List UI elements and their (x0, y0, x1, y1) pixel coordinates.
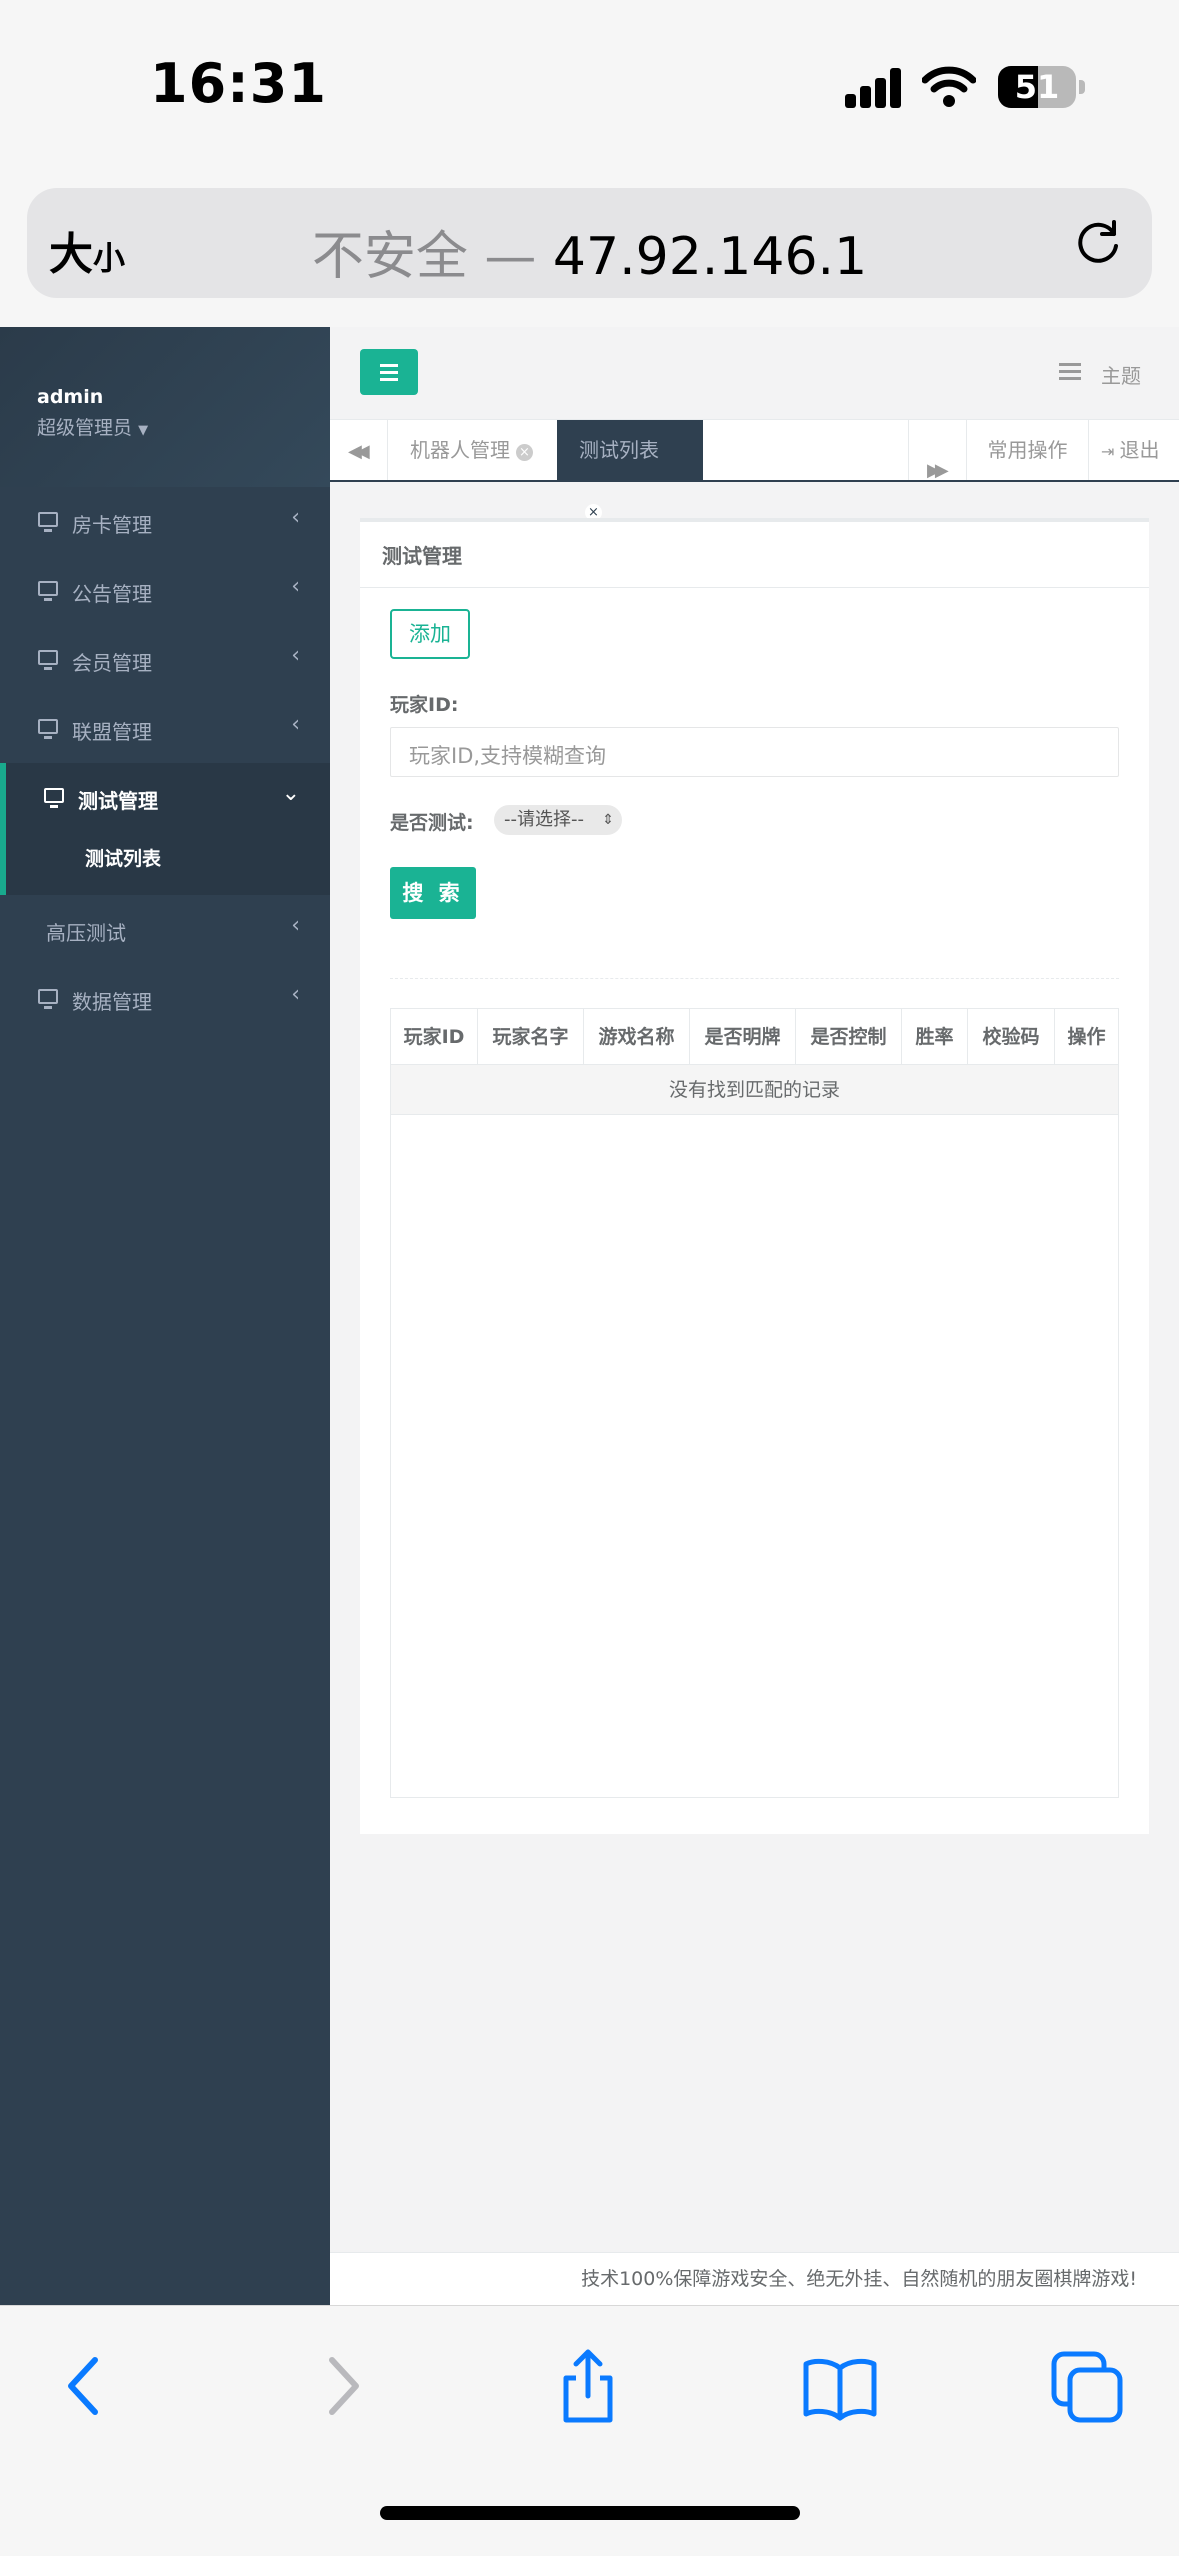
user-name: admin (37, 386, 104, 408)
monitor-icon (44, 788, 64, 808)
logout-icon: ⇥ (1101, 442, 1120, 461)
monitor-icon (38, 581, 58, 601)
sidebar-item-stress-test[interactable]: 高压测试 ‹ (0, 895, 330, 964)
tab-test-list[interactable]: 测试列表× (557, 420, 703, 521)
sidebar-menu: 房卡管理 ‹ 公告管理 ‹ 会员管理 ‹ 联盟管理 ‹ 测试管理 ⌄ 测试列表 … (0, 487, 330, 1033)
logout-button[interactable]: ⇥ 退出 (1088, 420, 1179, 480)
tabs-scroll-right-button[interactable]: ▶▶ (908, 420, 966, 481)
monitor-icon (38, 989, 58, 1009)
column-header[interactable]: 胜率 (902, 1009, 968, 1065)
clock: 16:31 (150, 52, 327, 115)
status-bar: 16:31 51 (0, 0, 1179, 180)
column-header[interactable]: 玩家ID (391, 1009, 478, 1065)
chevron-updown-icon: ⇕ (602, 812, 614, 828)
monitor-icon (38, 650, 58, 670)
tabs-scroll-left-button[interactable]: ◀◀ (330, 420, 388, 480)
footer: 技术100%保障游戏安全、绝无外挂、自然随机的朋友圈棋牌游戏! (330, 2252, 1179, 2305)
cellular-signal-icon (845, 68, 905, 108)
results-table: 玩家ID 玩家名字 游戏名称 是否明牌 是否控制 胜率 校验码 操作 没有找到匹… (390, 1008, 1119, 1798)
home-indicator (380, 2506, 800, 2520)
tab-robot-management[interactable]: 机器人管理 × (388, 420, 555, 480)
sidebar-item-test[interactable]: 测试管理 ⌄ 测试列表 (0, 763, 330, 895)
chevron-left-icon: ‹ (291, 643, 300, 668)
tabs-icon[interactable] (1048, 2346, 1128, 2426)
forward-button[interactable] (302, 2346, 382, 2426)
insecure-label: 不安全 (311, 227, 468, 287)
empty-state: 没有找到匹配的记录 (391, 1065, 1118, 1115)
chevron-left-icon: ‹ (291, 982, 300, 1007)
sidebar-item-alliance[interactable]: 联盟管理 ‹ (0, 694, 330, 763)
sidebar-item-data[interactable]: 数据管理 ‹ (0, 964, 330, 1033)
wifi-icon (922, 66, 976, 107)
common-operations-button[interactable]: 常用操作 (966, 420, 1088, 480)
share-icon[interactable] (548, 2346, 628, 2426)
address-bar[interactable]: 大小 不安全 — 47.92.146.1 (27, 188, 1152, 298)
column-header[interactable]: 游戏名称 (584, 1009, 690, 1065)
sidebar-item-announcement[interactable]: 公告管理 ‹ (0, 556, 330, 625)
is-test-label: 是否测试: (390, 812, 474, 834)
page-tabs: ◀◀ 机器人管理 × 测试列表× ▶▶ 常用操作 ⇥ 退出 (330, 420, 1179, 521)
column-header[interactable]: 操作 (1055, 1009, 1118, 1065)
column-header[interactable]: 玩家名字 (478, 1009, 584, 1065)
monitor-icon (38, 512, 58, 532)
top-navbar: 主题 (330, 327, 1179, 420)
battery-icon: 51 (998, 66, 1076, 108)
chevron-down-icon: ⌄ (281, 781, 300, 806)
reload-icon[interactable] (1070, 214, 1126, 270)
player-id-label: 玩家ID: (390, 694, 459, 716)
content-panel: 测试管理 添加 玩家ID: 玩家ID,支持模糊查询 是否测试: --请选择-- … (360, 518, 1149, 1834)
double-chevron-right-icon: ▶▶ (927, 460, 949, 481)
search-button[interactable]: 搜 索 (390, 867, 476, 919)
column-header[interactable]: 是否控制 (796, 1009, 902, 1065)
close-icon[interactable]: × (516, 444, 533, 461)
monitor-icon (38, 719, 58, 739)
browser-toolbar (0, 2305, 1179, 2556)
chevron-left-icon: ‹ (291, 712, 300, 737)
add-button[interactable]: 添加 (390, 609, 470, 659)
theme-button[interactable]: 主题 (1101, 360, 1141, 389)
url-text[interactable]: 不安全 — 47.92.146.1 (27, 214, 1152, 289)
user-role-dropdown[interactable]: 超级管理员 ▼ (37, 413, 148, 440)
is-test-select[interactable]: --请选择-- ⇕ (494, 805, 622, 835)
battery-percent: 51 (1014, 68, 1060, 106)
sidebar-item-room-card[interactable]: 房卡管理 ‹ (0, 487, 330, 556)
chevron-left-icon: ‹ (291, 913, 300, 938)
column-header[interactable]: 校验码 (968, 1009, 1055, 1065)
chevron-left-icon: ‹ (291, 505, 300, 530)
web-page: admin 超级管理员 ▼ 房卡管理 ‹ 公告管理 ‹ 会员管理 ‹ 联盟管理 (0, 327, 1179, 2305)
column-header[interactable]: 是否明牌 (690, 1009, 796, 1065)
sidebar-item-members[interactable]: 会员管理 ‹ (0, 625, 330, 694)
divider (390, 978, 1119, 979)
back-button[interactable] (47, 2346, 127, 2426)
url-host: 47.92.146.1 (552, 227, 868, 287)
theme-icon (1059, 363, 1081, 381)
chevron-left-icon: ‹ (291, 574, 300, 599)
player-id-input[interactable]: 玩家ID,支持模糊查询 (390, 727, 1119, 777)
panel-title: 测试管理 (360, 522, 1149, 588)
sidebar-subitem-test-list[interactable]: 测试列表 (85, 844, 161, 871)
menu-toggle-button[interactable] (360, 349, 418, 395)
double-chevron-left-icon: ◀◀ (348, 441, 370, 462)
bookmarks-icon[interactable] (800, 2346, 880, 2426)
table-header: 玩家ID 玩家名字 游戏名称 是否明牌 是否控制 胜率 校验码 操作 (391, 1009, 1118, 1065)
sidebar: admin 超级管理员 ▼ 房卡管理 ‹ 公告管理 ‹ 会员管理 ‹ 联盟管理 (0, 327, 330, 2305)
user-profile[interactable]: admin 超级管理员 ▼ (0, 327, 330, 487)
